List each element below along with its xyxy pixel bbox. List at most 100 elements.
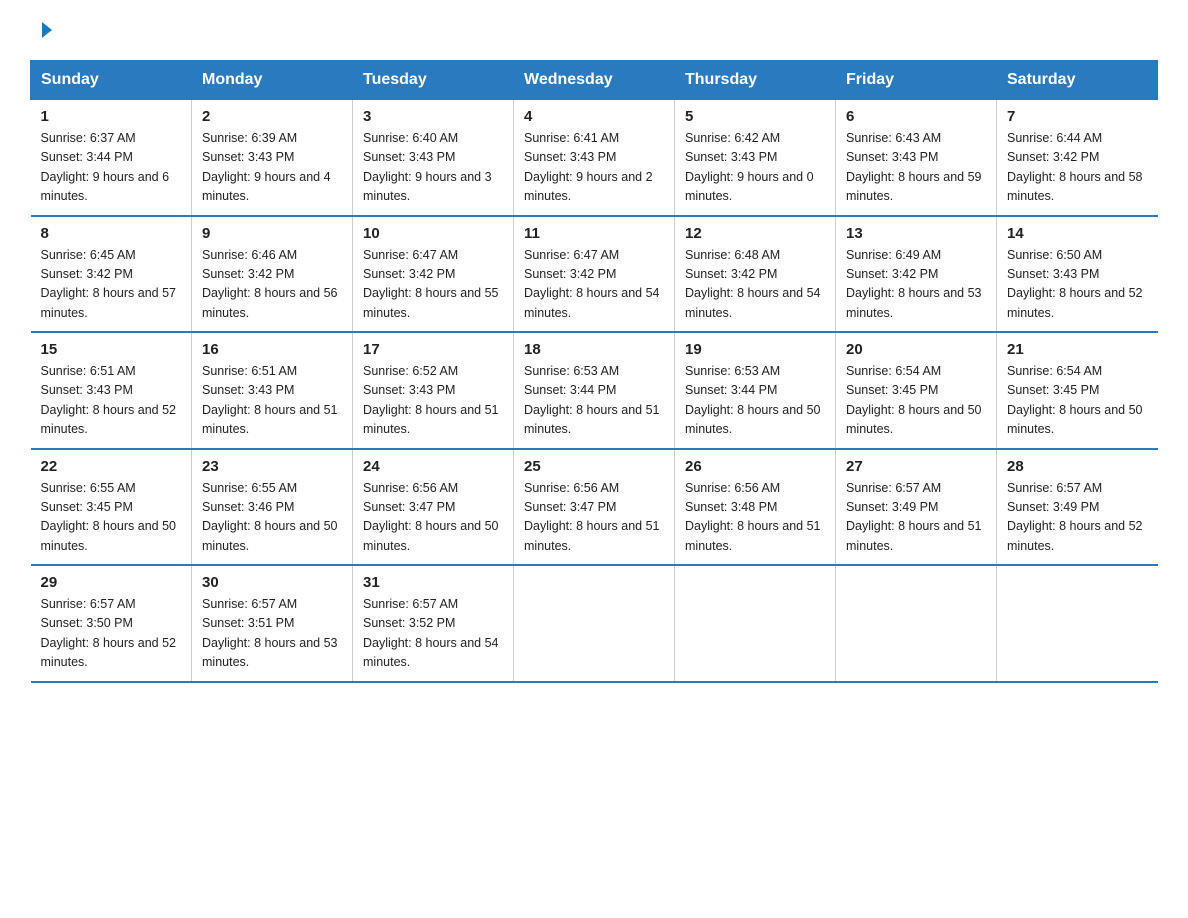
day-number: 13 (846, 225, 986, 242)
day-info: Sunrise: 6:46 AMSunset: 3:42 PMDaylight:… (202, 246, 342, 324)
day-number: 19 (685, 341, 825, 358)
day-number: 4 (524, 108, 664, 125)
day-info: Sunrise: 6:37 AMSunset: 3:44 PMDaylight:… (41, 129, 182, 207)
calendar-day-cell: 5 Sunrise: 6:42 AMSunset: 3:43 PMDayligh… (675, 100, 836, 216)
calendar-day-cell: 9 Sunrise: 6:46 AMSunset: 3:42 PMDayligh… (192, 216, 353, 333)
calendar-day-cell: 1 Sunrise: 6:37 AMSunset: 3:44 PMDayligh… (31, 100, 192, 216)
day-number: 29 (41, 574, 182, 591)
calendar-week-row: 15 Sunrise: 6:51 AMSunset: 3:43 PMDaylig… (31, 332, 1158, 449)
day-of-week-header: Thursday (675, 61, 836, 100)
calendar-week-row: 29 Sunrise: 6:57 AMSunset: 3:50 PMDaylig… (31, 565, 1158, 682)
day-info: Sunrise: 6:57 AMSunset: 3:49 PMDaylight:… (1007, 479, 1148, 557)
calendar-day-cell (675, 565, 836, 682)
day-info: Sunrise: 6:48 AMSunset: 3:42 PMDaylight:… (685, 246, 825, 324)
day-number: 22 (41, 458, 182, 475)
day-info: Sunrise: 6:54 AMSunset: 3:45 PMDaylight:… (1007, 362, 1148, 440)
day-info: Sunrise: 6:39 AMSunset: 3:43 PMDaylight:… (202, 129, 342, 207)
day-info: Sunrise: 6:49 AMSunset: 3:42 PMDaylight:… (846, 246, 986, 324)
calendar-week-row: 8 Sunrise: 6:45 AMSunset: 3:42 PMDayligh… (31, 216, 1158, 333)
calendar-day-cell: 23 Sunrise: 6:55 AMSunset: 3:46 PMDaylig… (192, 449, 353, 566)
calendar-day-cell: 11 Sunrise: 6:47 AMSunset: 3:42 PMDaylig… (514, 216, 675, 333)
calendar-day-cell: 18 Sunrise: 6:53 AMSunset: 3:44 PMDaylig… (514, 332, 675, 449)
day-number: 25 (524, 458, 664, 475)
day-number: 3 (363, 108, 503, 125)
calendar-day-cell: 27 Sunrise: 6:57 AMSunset: 3:49 PMDaylig… (836, 449, 997, 566)
calendar-day-cell: 31 Sunrise: 6:57 AMSunset: 3:52 PMDaylig… (353, 565, 514, 682)
day-number: 23 (202, 458, 342, 475)
day-info: Sunrise: 6:47 AMSunset: 3:42 PMDaylight:… (363, 246, 503, 324)
day-of-week-header: Friday (836, 61, 997, 100)
day-info: Sunrise: 6:47 AMSunset: 3:42 PMDaylight:… (524, 246, 664, 324)
calendar-day-cell: 8 Sunrise: 6:45 AMSunset: 3:42 PMDayligh… (31, 216, 192, 333)
day-info: Sunrise: 6:57 AMSunset: 3:50 PMDaylight:… (41, 595, 182, 673)
day-info: Sunrise: 6:53 AMSunset: 3:44 PMDaylight:… (524, 362, 664, 440)
day-info: Sunrise: 6:57 AMSunset: 3:52 PMDaylight:… (363, 595, 503, 673)
calendar-day-cell: 30 Sunrise: 6:57 AMSunset: 3:51 PMDaylig… (192, 565, 353, 682)
day-number: 24 (363, 458, 503, 475)
day-number: 7 (1007, 108, 1148, 125)
day-number: 1 (41, 108, 182, 125)
day-info: Sunrise: 6:56 AMSunset: 3:47 PMDaylight:… (524, 479, 664, 557)
day-number: 21 (1007, 341, 1148, 358)
day-info: Sunrise: 6:44 AMSunset: 3:42 PMDaylight:… (1007, 129, 1148, 207)
calendar-day-cell: 26 Sunrise: 6:56 AMSunset: 3:48 PMDaylig… (675, 449, 836, 566)
day-info: Sunrise: 6:51 AMSunset: 3:43 PMDaylight:… (202, 362, 342, 440)
day-info: Sunrise: 6:43 AMSunset: 3:43 PMDaylight:… (846, 129, 986, 207)
day-of-week-header: Tuesday (353, 61, 514, 100)
day-info: Sunrise: 6:42 AMSunset: 3:43 PMDaylight:… (685, 129, 825, 207)
calendar-day-cell: 24 Sunrise: 6:56 AMSunset: 3:47 PMDaylig… (353, 449, 514, 566)
day-number: 14 (1007, 225, 1148, 242)
day-number: 31 (363, 574, 503, 591)
day-info: Sunrise: 6:55 AMSunset: 3:46 PMDaylight:… (202, 479, 342, 557)
calendar-day-cell: 25 Sunrise: 6:56 AMSunset: 3:47 PMDaylig… (514, 449, 675, 566)
calendar-header-row: SundayMondayTuesdayWednesdayThursdayFrid… (31, 61, 1158, 100)
calendar-day-cell: 10 Sunrise: 6:47 AMSunset: 3:42 PMDaylig… (353, 216, 514, 333)
day-info: Sunrise: 6:57 AMSunset: 3:49 PMDaylight:… (846, 479, 986, 557)
day-info: Sunrise: 6:56 AMSunset: 3:47 PMDaylight:… (363, 479, 503, 557)
calendar-day-cell: 21 Sunrise: 6:54 AMSunset: 3:45 PMDaylig… (997, 332, 1158, 449)
day-info: Sunrise: 6:55 AMSunset: 3:45 PMDaylight:… (41, 479, 182, 557)
calendar-week-row: 1 Sunrise: 6:37 AMSunset: 3:44 PMDayligh… (31, 100, 1158, 216)
day-number: 2 (202, 108, 342, 125)
day-number: 20 (846, 341, 986, 358)
calendar-day-cell: 20 Sunrise: 6:54 AMSunset: 3:45 PMDaylig… (836, 332, 997, 449)
calendar-day-cell: 29 Sunrise: 6:57 AMSunset: 3:50 PMDaylig… (31, 565, 192, 682)
calendar-day-cell: 15 Sunrise: 6:51 AMSunset: 3:43 PMDaylig… (31, 332, 192, 449)
calendar-day-cell: 22 Sunrise: 6:55 AMSunset: 3:45 PMDaylig… (31, 449, 192, 566)
day-number: 30 (202, 574, 342, 591)
calendar-day-cell: 2 Sunrise: 6:39 AMSunset: 3:43 PMDayligh… (192, 100, 353, 216)
day-info: Sunrise: 6:51 AMSunset: 3:43 PMDaylight:… (41, 362, 182, 440)
day-info: Sunrise: 6:53 AMSunset: 3:44 PMDaylight:… (685, 362, 825, 440)
day-number: 11 (524, 225, 664, 242)
day-number: 10 (363, 225, 503, 242)
day-info: Sunrise: 6:40 AMSunset: 3:43 PMDaylight:… (363, 129, 503, 207)
day-info: Sunrise: 6:54 AMSunset: 3:45 PMDaylight:… (846, 362, 986, 440)
day-info: Sunrise: 6:57 AMSunset: 3:51 PMDaylight:… (202, 595, 342, 673)
calendar-day-cell: 12 Sunrise: 6:48 AMSunset: 3:42 PMDaylig… (675, 216, 836, 333)
day-number: 17 (363, 341, 503, 358)
calendar-day-cell: 6 Sunrise: 6:43 AMSunset: 3:43 PMDayligh… (836, 100, 997, 216)
calendar-day-cell: 7 Sunrise: 6:44 AMSunset: 3:42 PMDayligh… (997, 100, 1158, 216)
day-info: Sunrise: 6:56 AMSunset: 3:48 PMDaylight:… (685, 479, 825, 557)
page-header (30, 20, 1158, 40)
calendar-day-cell: 13 Sunrise: 6:49 AMSunset: 3:42 PMDaylig… (836, 216, 997, 333)
calendar-day-cell: 14 Sunrise: 6:50 AMSunset: 3:43 PMDaylig… (997, 216, 1158, 333)
day-number: 27 (846, 458, 986, 475)
day-number: 16 (202, 341, 342, 358)
calendar-day-cell (514, 565, 675, 682)
day-number: 18 (524, 341, 664, 358)
day-number: 5 (685, 108, 825, 125)
calendar-day-cell: 19 Sunrise: 6:53 AMSunset: 3:44 PMDaylig… (675, 332, 836, 449)
day-number: 6 (846, 108, 986, 125)
day-number: 8 (41, 225, 182, 242)
day-of-week-header: Saturday (997, 61, 1158, 100)
day-of-week-header: Wednesday (514, 61, 675, 100)
logo-icon (34, 20, 54, 40)
calendar-day-cell: 17 Sunrise: 6:52 AMSunset: 3:43 PMDaylig… (353, 332, 514, 449)
calendar-day-cell: 28 Sunrise: 6:57 AMSunset: 3:49 PMDaylig… (997, 449, 1158, 566)
day-number: 12 (685, 225, 825, 242)
day-info: Sunrise: 6:52 AMSunset: 3:43 PMDaylight:… (363, 362, 503, 440)
logo (30, 20, 58, 40)
calendar-day-cell (997, 565, 1158, 682)
day-number: 15 (41, 341, 182, 358)
